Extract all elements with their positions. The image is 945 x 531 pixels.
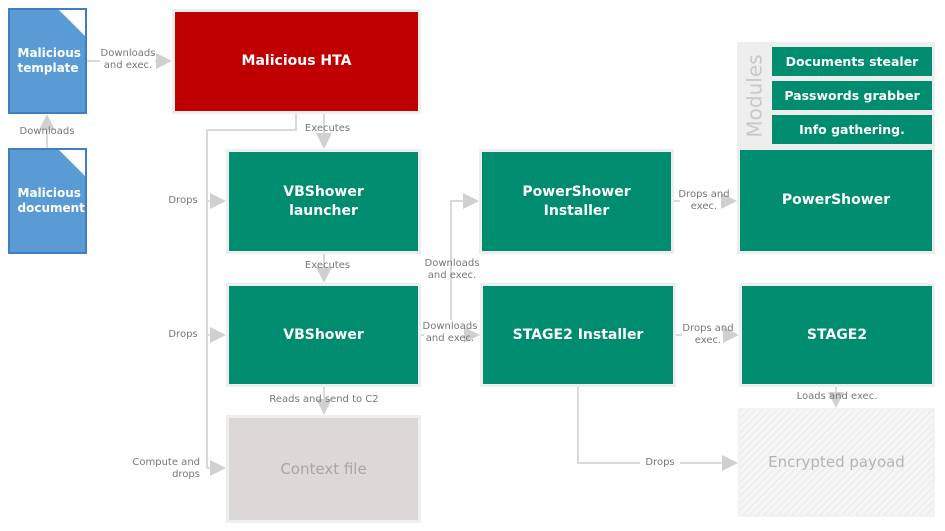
encrypted-payload-node: Encrypted payoad — [738, 408, 935, 517]
edge-label: Downloads and exec. — [422, 321, 478, 344]
module-info-gathering: Info gathering. — [770, 113, 934, 146]
malicious-template-node: Malicious template — [8, 8, 87, 114]
edge-label: Drops — [168, 195, 198, 206]
stage2-node: STAGE2 — [739, 283, 935, 387]
vbshower-node: VBShower — [226, 283, 421, 387]
edge-label: Compute and drops — [132, 457, 200, 480]
vbshower-launcher-node: VBShower launcher — [226, 149, 421, 254]
edge-label: Drops and exec. — [678, 189, 730, 212]
modules-label: Modules — [743, 54, 767, 138]
module-documents-stealer: Documents stealer — [770, 45, 934, 78]
module-passwords-grabber: Passwords grabber — [770, 79, 934, 112]
edge-label: Downloads — [19, 126, 75, 137]
edge-label: Executes — [304, 123, 351, 134]
edge-label: Loads and exec. — [796, 391, 878, 402]
powershower-node: PowerShower — [737, 147, 935, 254]
context-file-node: Context file — [226, 415, 421, 523]
edge-label: Executes — [304, 260, 351, 271]
folded-corner-icon — [59, 10, 85, 36]
powershower-installer-node: PowerShower Installer — [479, 149, 674, 254]
edge-label: Drops — [168, 329, 198, 340]
malicious-document-node: Malicious document — [8, 148, 87, 254]
edge-label: Downloads and exec. — [100, 48, 156, 71]
edge-label: Drops — [645, 457, 675, 468]
edge-label: Reads and send to C2 — [269, 394, 379, 405]
malicious-hta-node: Malicious HTA — [172, 9, 421, 114]
folded-corner-icon — [59, 150, 85, 176]
edge-label: Downloads and exec. — [424, 258, 480, 281]
edge-label: Drops and exec. — [682, 323, 734, 346]
stage2-installer-node: STAGE2 Installer — [480, 283, 676, 387]
